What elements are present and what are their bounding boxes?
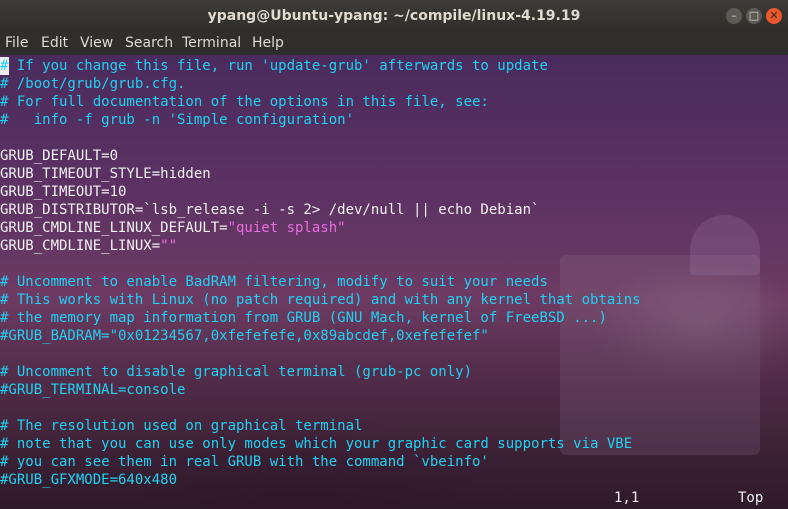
editor-line: # info -f grub -n 'Simple configuration' bbox=[0, 112, 355, 128]
editor-line: GRUB_DEFAULT=0 bbox=[0, 148, 119, 164]
close-icon[interactable]: ✕ bbox=[766, 8, 782, 24]
editor-line: # If you change this file, run 'update-g… bbox=[0, 58, 548, 74]
menu-file[interactable]: File bbox=[5, 32, 28, 55]
editor-line: # note that you can use only modes which… bbox=[0, 436, 633, 452]
editor-line: #GRUB_TERMINAL=console bbox=[0, 382, 186, 398]
scroll-indicator: Top bbox=[738, 490, 764, 506]
editor-line: # The resolution used on graphical termi… bbox=[0, 418, 363, 434]
terminal-area[interactable]: # If you change this file, run 'update-g… bbox=[0, 55, 788, 509]
setting-string-value: "quiet splash" bbox=[227, 220, 346, 236]
editor-line: GRUB_CMDLINE_LINUX_DEFAULT="quiet splash… bbox=[0, 219, 346, 237]
editor-line: # For full documentation of the options … bbox=[0, 94, 489, 110]
menu-search[interactable]: Search bbox=[125, 32, 173, 55]
editor-line: # you can see them in real GRUB with the… bbox=[0, 454, 489, 470]
background-building bbox=[560, 255, 760, 455]
editor-line: GRUB_CMDLINE_LINUX="" bbox=[0, 237, 177, 255]
window-titlebar[interactable]: ypang@Ubuntu-ypang: ~/compile/linux-4.19… bbox=[0, 0, 788, 32]
editor-line: # Uncomment to disable graphical termina… bbox=[0, 364, 473, 380]
minimize-icon[interactable]: – bbox=[726, 8, 742, 24]
editor-line: GRUB_TIMEOUT_STYLE=hidden bbox=[0, 166, 211, 182]
maximize-icon[interactable]: □ bbox=[746, 8, 762, 24]
setting-key: GRUB_CMDLINE_LINUX= bbox=[0, 238, 161, 254]
cursor-position: 1,1 bbox=[614, 490, 640, 506]
background-dome bbox=[690, 215, 760, 275]
setting-string-value: "" bbox=[160, 238, 178, 254]
window-title: ypang@Ubuntu-ypang: ~/compile/linux-4.19… bbox=[207, 8, 581, 24]
editor-line: # the memory map information from GRUB (… bbox=[0, 310, 607, 326]
editor-line: # This works with Linux (no patch requir… bbox=[0, 292, 641, 308]
menu-help[interactable]: Help bbox=[252, 32, 284, 55]
menu-bar: File Edit View Search Terminal Help bbox=[0, 32, 788, 55]
editor-line: #GRUB_BADRAM="0x01234567,0xfefefefe,0x89… bbox=[0, 328, 489, 344]
editor-line: # Uncomment to enable BadRAM filtering, … bbox=[0, 274, 548, 290]
setting-key: GRUB_CMDLINE_LINUX_DEFAULT= bbox=[0, 220, 228, 236]
menu-view[interactable]: View bbox=[80, 32, 113, 55]
menu-edit[interactable]: Edit bbox=[41, 32, 68, 55]
editor-line: # /boot/grub/grub.cfg. bbox=[0, 76, 186, 92]
editor-line: #GRUB_GFXMODE=640x480 bbox=[0, 472, 178, 488]
menu-terminal[interactable]: Terminal bbox=[182, 32, 241, 55]
editor-line: GRUB_TIMEOUT=10 bbox=[0, 184, 127, 200]
editor-line: GRUB_DISTRIBUTOR=`lsb_release -i -s 2> /… bbox=[0, 202, 540, 218]
